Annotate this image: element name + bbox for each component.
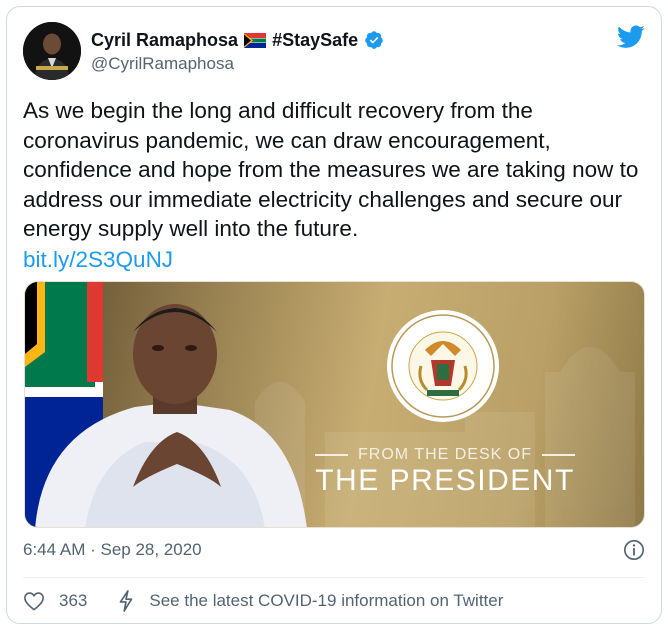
author-name[interactable]: Cyril Ramaphosa [91,30,238,51]
tweet-card: Cyril Ramaphosa #StaySafe @CyrilRamaphos… [6,6,662,624]
south-africa-flag-icon [244,32,267,48]
presidential-seal [387,310,499,422]
bolt-icon [120,590,133,612]
tweet-actions: 363 See the latest COVID-19 information … [23,585,503,617]
avatar[interactable] [23,22,81,80]
tweet-text: As we begin the long and difficult recov… [23,98,639,241]
divider-rule [315,454,349,456]
covid-info-link[interactable]: See the latest COVID-19 information on T… [149,591,503,611]
info-icon[interactable] [623,539,645,561]
desk-title: THE PRESIDENT [315,464,575,497]
like-count[interactable]: 363 [59,591,87,611]
author-handle[interactable]: @CyrilRamaphosa [91,54,234,74]
footer-divider [23,577,645,578]
tweet-link[interactable]: bit.ly/2S3QuNJ [23,245,173,274]
author-name-row[interactable]: Cyril Ramaphosa #StaySafe [91,28,384,52]
verified-badge-icon [365,31,383,49]
desk-overline-text: FROM THE DESK OF [358,446,532,463]
tweet-media-image[interactable]: FROM THE DESK OF THE PRESIDENT [24,281,645,528]
heart-icon[interactable] [23,591,45,611]
desk-overline: FROM THE DESK OF [315,444,575,466]
divider-rule [541,454,575,456]
twitter-logo-icon[interactable] [617,25,645,49]
author-hashtag[interactable]: #StaySafe [272,30,358,51]
tweet-timestamp[interactable]: 6:44 AM · Sep 28, 2020 [23,540,202,560]
